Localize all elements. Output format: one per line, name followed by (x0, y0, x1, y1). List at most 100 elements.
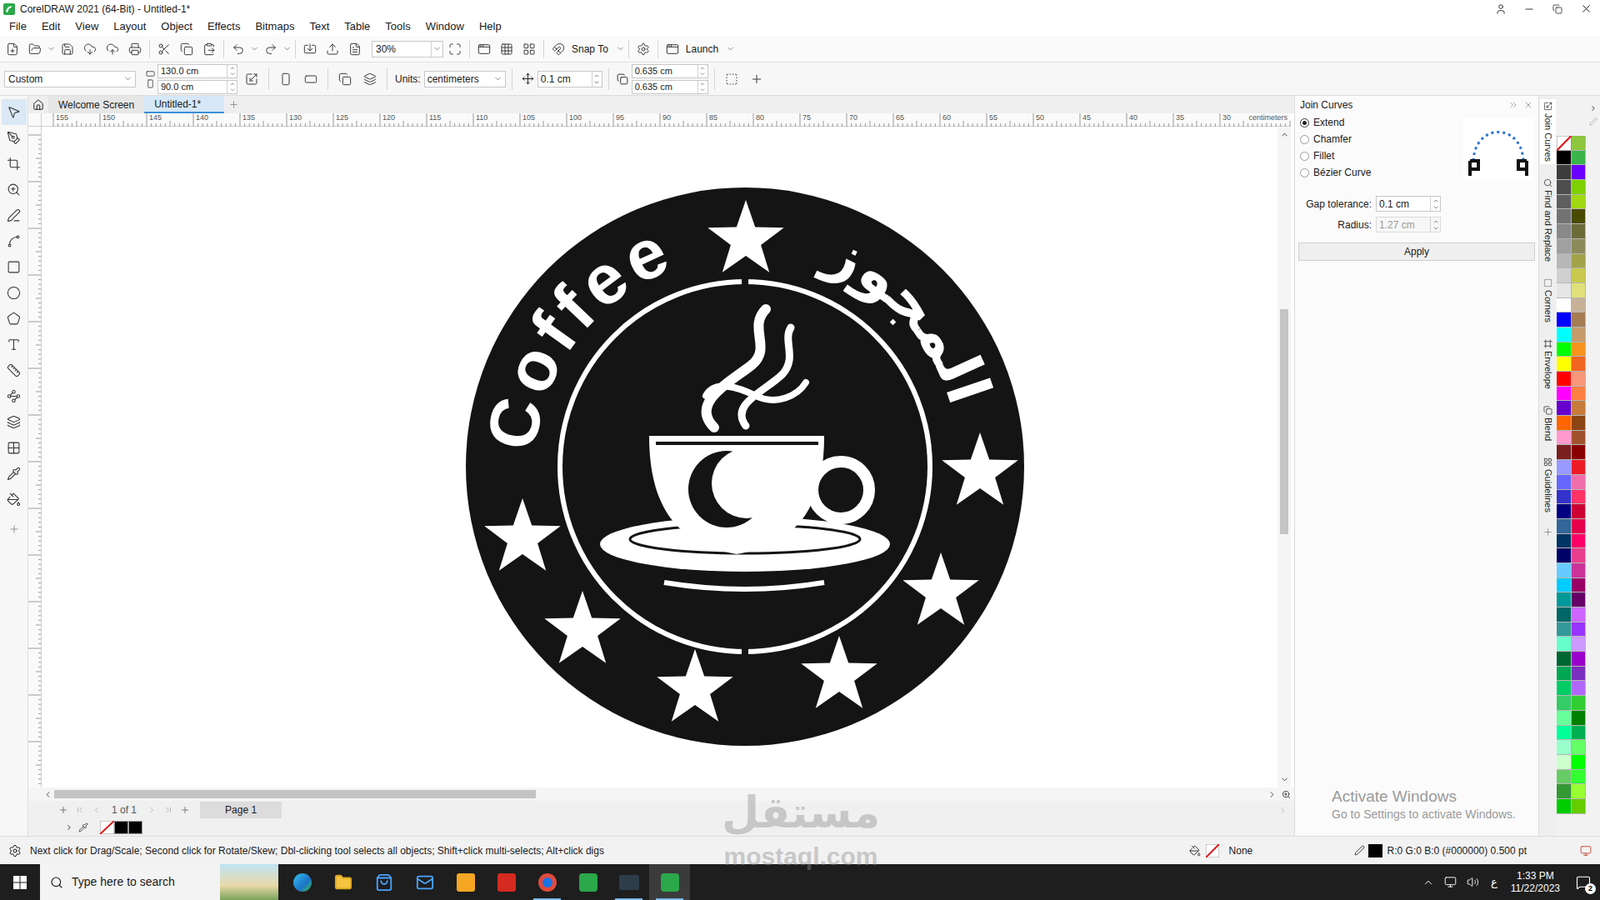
import[interactable] (299, 38, 321, 60)
paste[interactable] (198, 38, 220, 60)
palette-swatch[interactable] (1571, 180, 1587, 195)
chrome-app[interactable] (526, 864, 568, 900)
palette-swatch[interactable] (1556, 504, 1572, 520)
network-icon[interactable] (1444, 875, 1457, 889)
snap-to-button[interactable]: Snap To (571, 41, 609, 57)
palette-swatch[interactable] (1556, 460, 1572, 475)
palette-swatch[interactable] (1556, 475, 1572, 490)
fill-icon[interactable] (1189, 845, 1201, 857)
docker-tab[interactable]: Find and Replace (1540, 175, 1556, 265)
palette-swatch[interactable] (1571, 239, 1587, 255)
spin-down-icon[interactable] (229, 86, 236, 94)
page-height-field[interactable]: 90.0 cm (157, 80, 238, 95)
scroll-right-icon[interactable] (1267, 790, 1277, 800)
grid[interactable] (495, 38, 518, 60)
lock-ratio[interactable] (240, 68, 263, 90)
restore-button[interactable] (1543, 0, 1572, 18)
join-mode-radio[interactable]: Extend (1300, 115, 1371, 130)
palette-swatch[interactable] (1571, 490, 1587, 505)
portrait[interactable] (275, 68, 297, 90)
spin-down-icon[interactable] (699, 86, 706, 94)
palette-swatch[interactable] (1571, 445, 1587, 460)
palette-swatch[interactable] (1556, 740, 1572, 755)
palette-swatch[interactable] (1556, 607, 1572, 623)
palette-swatch[interactable] (1556, 519, 1572, 535)
search-content[interactable] (79, 38, 101, 60)
save[interactable] (56, 38, 79, 60)
palette-swatch[interactable] (1556, 578, 1572, 594)
palette-swatch[interactable] (1571, 268, 1587, 284)
redo[interactable] (260, 38, 282, 60)
spinner[interactable] (697, 65, 708, 78)
page-layout[interactable] (473, 38, 495, 60)
dropdown-arrow-icon[interactable] (46, 44, 56, 54)
palette-swatch[interactable] (1571, 563, 1587, 579)
palette-swatch[interactable] (1556, 415, 1572, 431)
palette-swatch[interactable] (1556, 490, 1572, 505)
spin-down-icon[interactable] (1432, 225, 1440, 232)
pick-tool[interactable] (1, 99, 27, 125)
zoom-icon[interactable] (1281, 790, 1291, 800)
page-border[interactable] (720, 68, 743, 90)
spinner[interactable] (697, 80, 708, 94)
menu-item[interactable]: Text (301, 19, 337, 35)
palette-swatch[interactable] (1571, 548, 1587, 564)
previous-page-icon[interactable] (91, 805, 102, 815)
spin-up-icon[interactable] (699, 65, 706, 72)
guidelines[interactable] (518, 38, 540, 60)
document-tab[interactable]: Welcome Screen (48, 95, 145, 114)
scrollbar-thumb[interactable] (1280, 309, 1289, 535)
palette-swatch[interactable] (1556, 725, 1572, 741)
edge-app[interactable] (281, 864, 323, 900)
palette-swatch[interactable] (1556, 298, 1572, 314)
dropdown-arrow-icon[interactable] (282, 44, 292, 54)
join-mode-radio[interactable]: Fillet (1300, 149, 1371, 163)
all-pages[interactable] (334, 68, 356, 90)
snap[interactable] (547, 38, 570, 60)
palette-swatch[interactable] (1556, 209, 1572, 225)
gap-tolerance-field[interactable]: 0.1 cm (1375, 195, 1441, 212)
customize-toolbox[interactable] (8, 519, 20, 540)
palette-swatch[interactable] (1571, 607, 1587, 623)
vertical-ruler[interactable] (28, 126, 42, 788)
input-language[interactable]: ع (1490, 874, 1498, 891)
connector-tool[interactable] (1, 383, 27, 410)
palette-swatch[interactable] (1571, 770, 1587, 785)
palette-swatch[interactable] (1556, 327, 1572, 343)
zoom-level-field[interactable]: 30% (371, 40, 444, 58)
spinner[interactable] (226, 65, 237, 78)
palette-swatch[interactable] (1556, 755, 1572, 770)
palette-swatch[interactable] (1571, 695, 1587, 711)
palette-swatch[interactable] (1571, 475, 1587, 490)
palette-swatch[interactable] (1556, 283, 1572, 299)
palette-swatch[interactable] (1571, 371, 1587, 387)
menu-item[interactable]: Object (153, 19, 200, 35)
palette-swatch[interactable] (1571, 312, 1587, 328)
new-tab-button[interactable] (224, 95, 243, 114)
palette-swatch[interactable] (1571, 710, 1587, 726)
document-tab[interactable]: Untitled-1* (144, 95, 225, 114)
none-swatch[interactable] (1205, 844, 1220, 858)
color-proof-icon[interactable] (1580, 845, 1592, 857)
palette-swatch[interactable] (1571, 165, 1587, 180)
palette-swatch[interactable] (1571, 415, 1587, 431)
interactive-fill-tool[interactable] (1, 486, 27, 513)
palette-swatch[interactable] (1571, 135, 1587, 151)
palette-swatch[interactable] (1556, 254, 1572, 270)
palette-swatch[interactable] (1571, 534, 1587, 550)
close-docker-icon[interactable] (1523, 100, 1534, 110)
dropdown-arrow-icon[interactable] (432, 44, 442, 54)
palette-swatch[interactable] (1571, 342, 1587, 358)
palette-swatch[interactable] (1571, 622, 1587, 638)
scroll-down-icon[interactable] (1280, 775, 1290, 785)
open-document[interactable] (24, 38, 46, 60)
palette-swatch[interactable] (1556, 224, 1572, 240)
color-eyedropper-tool[interactable] (1, 460, 27, 487)
palette-swatch[interactable] (1556, 430, 1572, 446)
palette-swatch[interactable] (1556, 534, 1572, 550)
menu-item[interactable]: Help (471, 19, 510, 35)
spin-up-icon[interactable] (1432, 218, 1440, 225)
units-dropdown[interactable]: centimeters (424, 70, 506, 88)
palette-swatch[interactable] (1571, 666, 1587, 682)
menu-item[interactable]: View (67, 19, 106, 35)
